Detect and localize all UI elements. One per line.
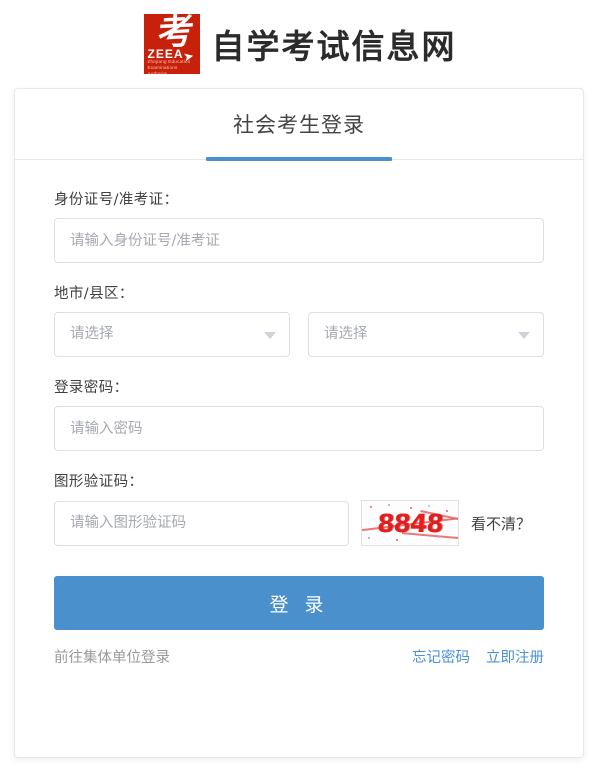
brand: 考 ZEEA➤ Zhejiang Education Examinations … [143, 14, 457, 74]
district-select[interactable]: 请选择 [308, 312, 544, 357]
site-title: 自学考试信息网 [211, 27, 457, 66]
captcha-input[interactable] [54, 500, 349, 546]
captcha-refresh-link[interactable]: 看不清？ [471, 513, 531, 534]
city-select[interactable]: 请选择 [54, 312, 290, 357]
login-button[interactable]: 登 录 [54, 576, 544, 630]
captcha-code-text: 8848 [376, 508, 444, 538]
logo-subtitle: Zhejiang Education Examinations Authorit… [147, 59, 191, 74]
forgot-password-link[interactable]: 忘记密码 [412, 646, 470, 667]
auth-links-group: 忘记密码 立即注册 [412, 646, 544, 667]
district-select-wrap[interactable]: 请选择 [308, 312, 544, 357]
site-header: 考 ZEEA➤ Zhejiang Education Examinations … [0, 0, 600, 88]
password-input[interactable] [54, 406, 544, 451]
login-form: 身份证号/准考证： 地市/县区： 请选择 请选择 登录密码： [15, 160, 583, 667]
title-underline [206, 157, 392, 161]
region-field-label: 地市/县区： [54, 286, 134, 302]
register-link[interactable]: 立即注册 [486, 646, 544, 667]
password-field-group: 登录密码： [54, 376, 544, 451]
captcha-row: 8848 看不清？ [54, 500, 544, 546]
login-card-header: 社会考生登录 [15, 89, 583, 161]
password-field-label: 登录密码： [54, 380, 129, 396]
footer-links: 前往集体单位登录 忘记密码 立即注册 [54, 646, 544, 667]
captcha-field-label: 图形验证码： [54, 474, 144, 490]
zeea-logo-icon: 考 ZEEA➤ Zhejiang Education Examinations … [143, 14, 200, 74]
login-card: 社会考生登录 身份证号/准考证： 地市/县区： 请选择 请选择 [14, 88, 584, 758]
id-field-group: 身份证号/准考证： [54, 188, 544, 263]
group-unit-login-link[interactable]: 前往集体单位登录 [54, 646, 170, 667]
captcha-image[interactable]: 8848 [361, 500, 459, 546]
captcha-field-group: 图形验证码： 8848 看不清？ [54, 470, 544, 546]
region-select-row: 请选择 请选择 [54, 312, 544, 357]
region-field-group: 地市/县区： 请选择 请选择 [54, 282, 544, 357]
page-title: 社会考生登录 [233, 113, 365, 137]
id-field-label: 身份证号/准考证： [54, 192, 179, 208]
id-number-input[interactable] [54, 218, 544, 263]
city-select-wrap[interactable]: 请选择 [54, 312, 290, 357]
